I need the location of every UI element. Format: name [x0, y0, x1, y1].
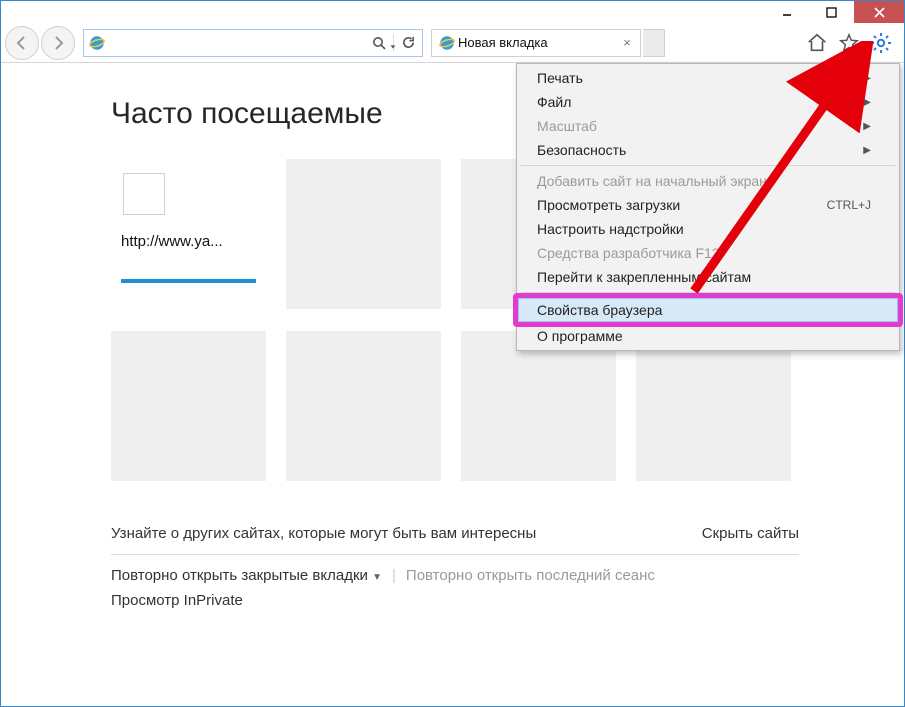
menu-label: Файл [537, 94, 571, 110]
menu-item-safety[interactable]: Безопасность ▶ [519, 138, 897, 162]
reopen-closed-tabs-link[interactable]: Повторно открыть закрытые вкладки [111, 567, 368, 584]
site-tile-empty[interactable] [636, 331, 791, 481]
search-icon[interactable] [365, 30, 393, 56]
reopen-last-session-link: Повторно открыть последний сеанс [406, 567, 655, 584]
address-bar[interactable] [83, 29, 423, 57]
annotation-highlight: Свойства браузера [513, 293, 903, 327]
window-close-button[interactable] [854, 1, 904, 23]
refresh-icon[interactable] [394, 30, 422, 56]
menu-label: Перейти к закрепленным сайтам [537, 269, 751, 285]
tools-menu: Печать ▶ Файл ▶ Масштаб ▶ Безопасность ▶ Доб… [516, 63, 900, 351]
address-input[interactable] [110, 30, 365, 56]
toolbar-right-icons [804, 30, 900, 56]
menu-label: Просмотреть загрузки [537, 197, 680, 213]
home-icon[interactable] [804, 30, 830, 56]
menu-label: О программе [537, 328, 623, 344]
forward-button[interactable] [41, 26, 75, 60]
site-tile[interactable]: http://www.ya... [111, 159, 266, 309]
dropdown-caret-icon[interactable]: ▼ [372, 572, 382, 583]
menu-item-about[interactable]: О программе [519, 324, 897, 348]
menu-separator [521, 165, 895, 166]
menu-item-print[interactable]: Печать ▶ [519, 66, 897, 90]
site-tile-empty[interactable] [111, 331, 266, 481]
ie-logo-icon [436, 34, 458, 52]
divider [111, 554, 799, 555]
tab-title: Новая вкладка [458, 35, 618, 50]
submenu-arrow-icon: ▶ [863, 145, 871, 156]
site-tile-empty[interactable] [461, 331, 616, 481]
menu-item-zoom[interactable]: Масштаб ▶ [519, 114, 897, 138]
menu-label: Средства разработчика F12 [537, 245, 720, 261]
menu-label: Добавить сайт на начальный экран [537, 173, 767, 189]
divider: | [392, 567, 396, 584]
submenu-arrow-icon: ▶ [863, 121, 871, 132]
footer-links: Узнайте о других сайтах, которые могут б… [111, 517, 799, 617]
submenu-arrow-icon: ▶ [863, 73, 871, 84]
site-url-label: http://www.ya... [121, 233, 256, 250]
menu-item-file[interactable]: Файл ▶ [519, 90, 897, 114]
back-button[interactable] [5, 26, 39, 60]
menu-item-manage-addons[interactable]: Настроить надстройки [519, 217, 897, 241]
menu-item-pinned-sites[interactable]: Перейти к закрепленным сайтам [519, 265, 897, 289]
site-tile-empty[interactable] [286, 331, 441, 481]
menu-label: Свойства браузера [537, 302, 662, 318]
discover-sites-link[interactable]: Узнайте о других сайтах, которые могут б… [111, 525, 536, 542]
submenu-arrow-icon: ▶ [863, 97, 871, 108]
tab-close-button[interactable]: × [618, 35, 636, 50]
new-tab-button[interactable] [643, 29, 665, 57]
inprivate-link[interactable]: Просмотр InPrivate [111, 592, 243, 609]
menu-item-internet-options[interactable]: Свойства браузера [518, 298, 898, 322]
ie-logo-icon [84, 34, 110, 52]
site-thumbnail [123, 173, 165, 215]
menu-label: Настроить надстройки [537, 221, 684, 237]
window-titlebar [1, 1, 904, 23]
menu-label: Масштаб [537, 118, 597, 134]
menu-item-add-to-start[interactable]: Добавить сайт на начальный экран [519, 169, 897, 193]
menu-item-devtools[interactable]: Средства разработчика F12 [519, 241, 897, 265]
browser-toolbar: Новая вкладка × [1, 23, 904, 63]
window-minimize-button[interactable] [764, 1, 809, 23]
browser-tab[interactable]: Новая вкладка × [431, 29, 641, 57]
site-accent-bar [121, 279, 256, 283]
favorites-star-icon[interactable] [836, 30, 862, 56]
window-maximize-button[interactable] [809, 1, 854, 23]
hide-sites-link[interactable]: Скрыть сайты [702, 525, 799, 542]
menu-item-downloads[interactable]: Просмотреть загрузки CTRL+J [519, 193, 897, 217]
site-tile-empty[interactable] [286, 159, 441, 309]
tools-gear-icon[interactable] [868, 30, 894, 56]
menu-shortcut: CTRL+J [827, 198, 871, 212]
menu-label: Безопасность [537, 142, 626, 158]
menu-label: Печать [537, 70, 583, 86]
